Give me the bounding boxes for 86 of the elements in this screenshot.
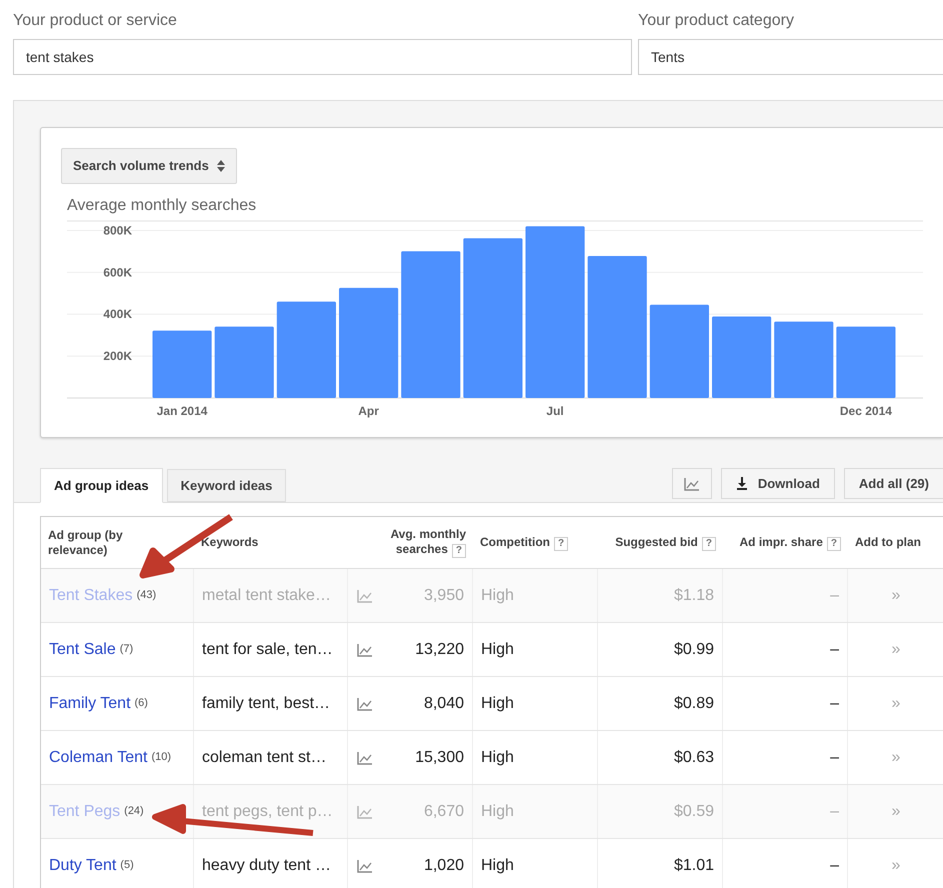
searches-cell-text: 6,670 xyxy=(424,802,464,822)
help-icon[interactable]: ? xyxy=(826,536,841,550)
keyword-count: (6) xyxy=(134,696,148,712)
column-header: Ad group (by relevance) xyxy=(48,528,124,558)
competition-cell-text: High xyxy=(481,748,514,768)
trend-chart-icon[interactable] xyxy=(356,858,372,872)
bid-cell-text: $1.01 xyxy=(674,856,714,876)
impression-share-cell-text: – xyxy=(830,586,839,606)
field-label: Your product category xyxy=(638,11,795,31)
column-header: Competition ? xyxy=(480,534,568,550)
keyword-count: (5) xyxy=(120,858,134,874)
category-input[interactable]: Tents xyxy=(638,39,943,75)
bar xyxy=(152,330,212,398)
y-axis-label: 400K xyxy=(103,307,132,322)
impression-share-cell-text: – xyxy=(830,640,839,660)
field-label: Your product or service xyxy=(13,11,178,31)
keyword-count: (43) xyxy=(136,588,156,604)
help-icon[interactable]: ? xyxy=(452,544,466,558)
competition-cell-text: High xyxy=(481,856,514,876)
keywords-cell-text: tent pegs, tent p… xyxy=(202,802,333,822)
y-axis-label: 800K xyxy=(103,223,132,238)
trend-chart-icon[interactable] xyxy=(356,642,372,656)
chart-title: Average monthly searches xyxy=(67,196,258,216)
ad-group-link[interactable]: Coleman Tent xyxy=(49,746,148,770)
y-axis-label: 200K xyxy=(103,349,132,364)
competition-cell-text: High xyxy=(481,694,514,714)
add-to-plan-button[interactable]: » xyxy=(892,854,900,878)
trend-chart-icon[interactable] xyxy=(356,696,372,710)
x-axis-label: Jul xyxy=(546,404,564,418)
searches-cell-text: 1,020 xyxy=(424,856,464,876)
add-to-plan-button[interactable]: » xyxy=(892,638,900,662)
add-to-plan-button[interactable]: » xyxy=(892,746,900,770)
sort-arrows-icon xyxy=(216,160,225,172)
searches-cell-text: 3,950 xyxy=(424,586,464,606)
column-header: Ad impr. share ? xyxy=(740,534,841,550)
keyword-count: (10) xyxy=(151,750,171,766)
bid-cell-text: $0.89 xyxy=(674,694,714,714)
help-icon[interactable]: ? xyxy=(702,536,716,550)
ad-group-link[interactable]: Family Tent xyxy=(49,692,131,716)
keywords-cell-text: heavy duty tent … xyxy=(202,856,331,876)
competition-cell-text: High xyxy=(481,802,514,822)
ad-group-link[interactable]: Tent Sale xyxy=(49,638,116,662)
trend-chart-icon[interactable] xyxy=(356,804,372,818)
keywords-cell-text: coleman tent st… xyxy=(202,748,326,768)
column-header: Avg. monthly searches ? xyxy=(389,527,466,558)
impression-share-cell-text: – xyxy=(830,694,839,714)
keywords-cell-text: tent for sale, ten… xyxy=(202,640,333,660)
keyword-count: (7) xyxy=(120,642,134,658)
bar xyxy=(836,326,896,398)
bid-cell-text: $1.18 xyxy=(674,586,714,606)
competition-cell-text: High xyxy=(481,586,514,606)
bid-cell-text: $0.99 xyxy=(674,640,714,660)
searches-cell-text: 13,220 xyxy=(415,640,464,660)
help-icon[interactable]: ? xyxy=(554,536,568,550)
trend-chart-icon[interactable] xyxy=(356,588,372,602)
tab[interactable]: Keyword ideas xyxy=(166,469,286,502)
x-axis-label: Jan 2014 xyxy=(156,404,208,418)
searches-cell-text: 8,040 xyxy=(424,694,464,714)
add-all-button[interactable]: Add all (29) xyxy=(844,468,943,499)
chart-toggle-button[interactable] xyxy=(672,468,712,499)
column-header: Keywords xyxy=(201,535,258,550)
impression-share-cell-text: – xyxy=(830,748,839,768)
chart-type-dropdown[interactable]: Search volume trends xyxy=(61,148,237,184)
x-axis-label: Dec 2014 xyxy=(840,404,892,418)
searches-cell-text: 15,300 xyxy=(415,748,464,768)
bid-cell-text: $0.63 xyxy=(674,748,714,768)
impression-share-cell-text: – xyxy=(830,856,839,876)
keywords-cell-text: metal tent stake… xyxy=(202,586,331,606)
column-header: Suggested bid ? xyxy=(615,534,716,550)
keywords-cell-text: family tent, best… xyxy=(202,694,330,714)
download-icon xyxy=(736,477,748,490)
keyword-count: (24) xyxy=(124,804,144,820)
tab[interactable]: Ad group ideas xyxy=(40,468,163,503)
x-axis-label: Apr xyxy=(358,404,379,418)
add-to-plan-button[interactable]: » xyxy=(892,692,900,716)
trend-chart-icon[interactable] xyxy=(356,750,372,764)
ad-group-link[interactable]: Duty Tent xyxy=(49,854,116,878)
download-button[interactable]: Download xyxy=(720,468,835,499)
y-axis-label: 600K xyxy=(103,265,132,280)
trend-chart-icon[interactable] xyxy=(684,476,700,490)
column-header: Add to plan xyxy=(855,535,921,550)
competition-cell-text: High xyxy=(481,640,514,660)
product-input[interactable]: tent stakes xyxy=(13,39,632,75)
impression-share-cell-text: – xyxy=(830,802,839,822)
bar xyxy=(214,326,274,398)
bid-cell-text: $0.59 xyxy=(674,802,714,822)
